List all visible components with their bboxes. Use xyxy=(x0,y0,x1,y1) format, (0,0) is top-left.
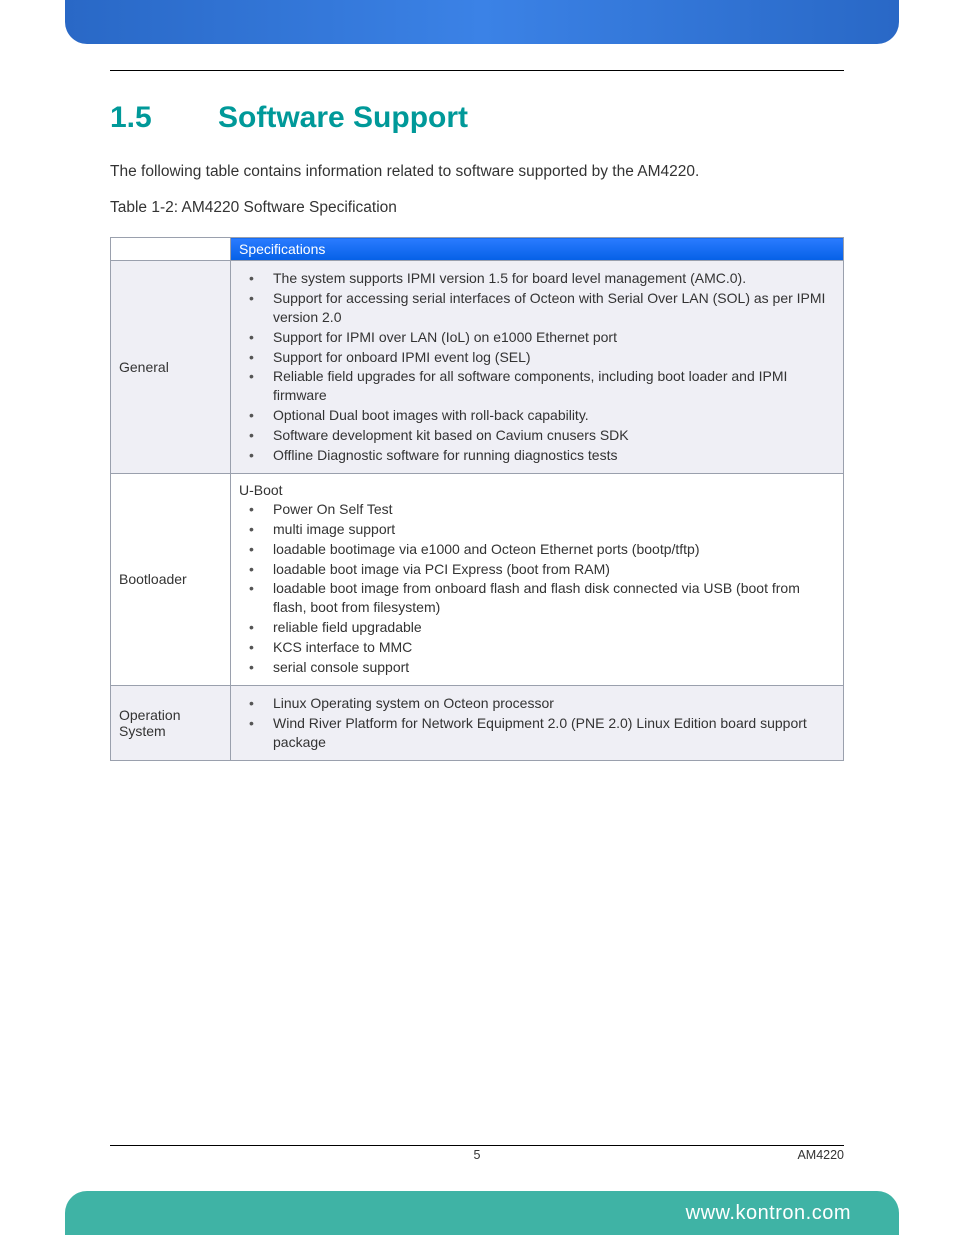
list-item: Reliable field upgrades for all software… xyxy=(273,367,835,405)
page-number: 5 xyxy=(474,1148,481,1162)
row-category: General xyxy=(111,261,231,474)
section-title: Software Support xyxy=(218,101,468,134)
list-item: Support for onboard IPMI event log (SEL) xyxy=(273,348,835,367)
software-spec-table: Specifications General The system suppor… xyxy=(110,237,844,761)
row-body: Linux Operating system on Octeon process… xyxy=(231,685,844,760)
list-item: multi image support xyxy=(273,520,835,539)
list-item: serial console support xyxy=(273,658,835,677)
list-item: Software development kit based on Cavium… xyxy=(273,426,835,445)
list-item: Support for accessing serial interfaces … xyxy=(273,289,835,327)
bullet-list: Linux Operating system on Octeon process… xyxy=(239,694,835,752)
prelabel: U-Boot xyxy=(239,482,835,498)
bullet-list: The system supports IPMI version 1.5 for… xyxy=(239,269,835,465)
top-rule xyxy=(110,70,844,71)
list-item: loadable boot image via PCI Express (boo… xyxy=(273,560,835,579)
table-header-specs: Specifications xyxy=(231,238,844,261)
lead-paragraph: The following table contains information… xyxy=(110,163,844,181)
row-body: The system supports IPMI version 1.5 for… xyxy=(231,261,844,474)
list-item: Optional Dual boot images with roll-back… xyxy=(273,406,835,425)
section-heading: 1.5Software Support xyxy=(110,101,844,135)
row-category: Operation System xyxy=(111,685,231,760)
table-header-row: Specifications xyxy=(111,238,844,261)
list-item: Support for IPMI over LAN (IoL) on e1000… xyxy=(273,328,835,347)
footer-rule: 5 AM4220 xyxy=(110,1145,844,1163)
list-item: reliable field upgradable xyxy=(273,618,835,637)
page-content: 1.5Software Support The following table … xyxy=(110,60,844,761)
footer-url: www.kontron.com xyxy=(686,1202,851,1224)
list-item: Power On Self Test xyxy=(273,500,835,519)
section-number: 1.5 xyxy=(110,101,218,135)
table-row: Operation System Linux Operating system … xyxy=(111,685,844,760)
top-banner xyxy=(65,0,899,44)
table-header-blank xyxy=(111,238,231,261)
list-item: Wind River Platform for Network Equipmen… xyxy=(273,714,835,752)
table-caption: Table 1-2: AM4220 Software Specification xyxy=(110,199,844,217)
doc-id: AM4220 xyxy=(797,1148,844,1162)
list-item: Offline Diagnostic software for running … xyxy=(273,446,835,465)
list-item: Linux Operating system on Octeon process… xyxy=(273,694,835,713)
bottom-banner: www.kontron.com xyxy=(65,1191,899,1235)
table-row: Bootloader U-Boot Power On Self Test mul… xyxy=(111,473,844,685)
list-item: The system supports IPMI version 1.5 for… xyxy=(273,269,835,288)
list-item: loadable boot image from onboard flash a… xyxy=(273,579,835,617)
table-row: General The system supports IPMI version… xyxy=(111,261,844,474)
list-item: KCS interface to MMC xyxy=(273,638,835,657)
row-body: U-Boot Power On Self Test multi image su… xyxy=(231,473,844,685)
list-item: loadable bootimage via e1000 and Octeon … xyxy=(273,540,835,559)
bullet-list: Power On Self Test multi image support l… xyxy=(239,500,835,677)
row-category: Bootloader xyxy=(111,473,231,685)
